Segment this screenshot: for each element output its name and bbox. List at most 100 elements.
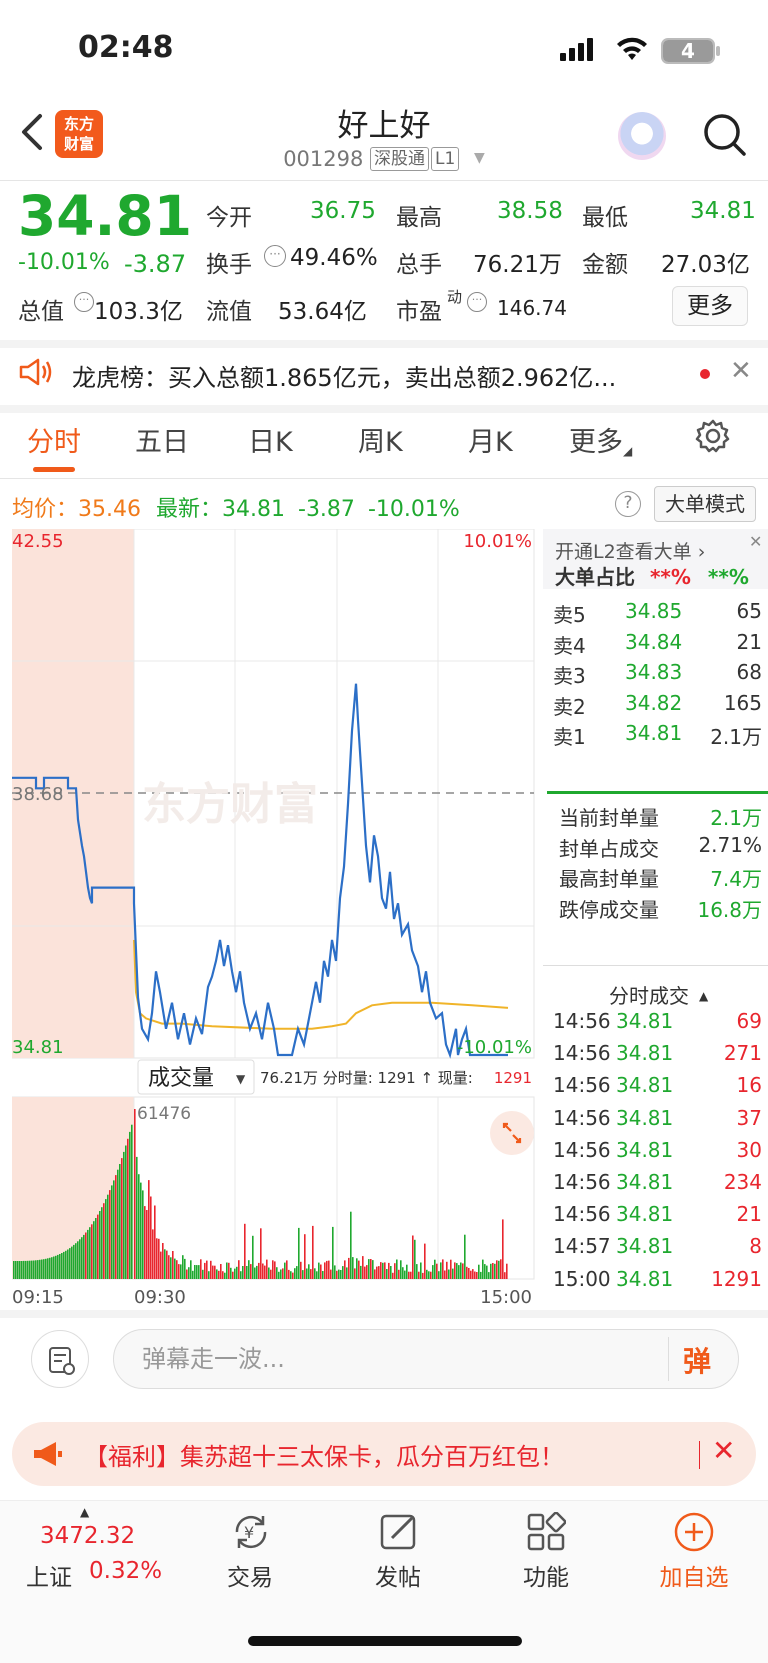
volume-bar [154,1205,156,1279]
big-order-mode-button[interactable]: 大单模式 [654,486,756,522]
volume-bar [310,1269,312,1279]
volume-bar [212,1265,214,1279]
volume-bar [136,1156,138,1279]
seal-row: 当前封单量 2.1万 [543,802,768,830]
volume-bar [308,1264,310,1279]
volume-bar [300,1261,302,1279]
volume-bar [97,1214,99,1279]
tab-five-day[interactable]: 五日 [135,420,189,459]
tick-row: 14:56 34.81 30 [543,1138,768,1166]
ask-volume: 2.1万 [710,725,762,749]
close-icon[interactable]: ✕ [712,1434,735,1467]
volume-bar [440,1262,442,1279]
tick-time: 14:56 [553,1041,611,1066]
tab-daily-k[interactable]: 日K [248,420,293,459]
volume-bar [17,1261,19,1279]
volume-bar [418,1271,420,1279]
volume-bar [366,1265,368,1279]
volume-bar [314,1268,316,1279]
volume-bar [332,1226,334,1279]
note-button[interactable] [31,1330,89,1388]
intraday-chart[interactable]: 东方财富 42.55 38.68 34.81 10.01% -10.01% 成交… [12,529,544,1309]
volume-bar [186,1269,188,1279]
triangle-up-icon: ▲ [699,989,709,1003]
volume-bar [33,1260,35,1279]
ticks-title[interactable]: 分时成交 ▲ [609,980,708,1009]
close-icon[interactable]: ✕ [730,356,752,386]
volume-bar [218,1270,220,1279]
volume-bar [57,1254,59,1279]
volume-bar [41,1259,43,1279]
tick-volume: 69 [736,1009,762,1033]
info-icon[interactable]: ··· [74,292,94,312]
tick-volume: 16 [736,1073,762,1098]
index-value[interactable]: 3472.32 [40,1523,135,1549]
more-button[interactable]: 更多 [672,286,748,326]
tick-price: 34.81 [616,1202,674,1227]
index-name[interactable]: 上证 [26,1558,72,1592]
add-watch-icon[interactable] [673,1511,715,1557]
volume-bar [158,1238,160,1279]
volume-bar [59,1254,61,1279]
tick-row: 14:56 34.81 37 [543,1106,768,1134]
trade-icon[interactable]: ¥ [229,1512,273,1556]
home-indicator[interactable] [248,1636,522,1646]
tick-time: 15:00 [553,1266,611,1291]
dropdown-icon[interactable]: ▼ [474,150,485,166]
last-label: 最新： [156,497,223,522]
function-icon[interactable] [526,1511,567,1556]
volume-bar [358,1260,360,1279]
dragon-tiger-text[interactable]: 龙虎榜：买入总额1.865亿元，卖出总额2.962亿... [72,358,672,393]
volume-bar [31,1260,33,1279]
volume-bar [376,1266,378,1279]
volume-bar [384,1262,386,1279]
high-value: 38.58 [497,198,563,224]
seal-row: 最高封单量 7.4万 [543,863,768,891]
seal-value: 2.1万 [710,806,762,830]
volume-bar [190,1260,192,1279]
tab-more[interactable]: 更多◢ [569,420,632,459]
help-icon[interactable]: ? [615,491,641,517]
volume-bar [496,1260,498,1279]
volume-bar [444,1270,446,1279]
post-icon[interactable] [378,1512,420,1556]
promo-text[interactable]: 【福利】集苏超十三太保卡，瓜分百万红包！ [84,1437,564,1472]
turnover-value: 49.46% [290,245,378,271]
info-icon[interactable]: ··· [264,245,286,267]
volume-bar [458,1265,460,1279]
search-icon[interactable] [702,112,748,162]
volume-bar [400,1260,402,1279]
volume-bar [288,1269,290,1279]
volume-bar [142,1190,144,1279]
volume-bar [224,1272,226,1279]
nav-trade[interactable]: 交易 [200,1558,300,1592]
danmu-input[interactable]: 弹幕走一波... [113,1329,739,1389]
divider [0,340,768,348]
volume-bar [71,1246,73,1279]
settings-icon[interactable] [695,418,731,461]
volume-bar [117,1169,119,1279]
tab-weekly-k[interactable]: 周K [358,420,403,459]
tab-intraday[interactable]: 分时 [27,420,81,459]
nav-add-watchlist[interactable]: 加自选 [644,1558,744,1592]
danmu-button[interactable]: 弹 [683,1340,711,1380]
index-percent[interactable]: 0.32% [89,1558,162,1584]
close-icon[interactable]: ✕ [749,532,762,551]
volume-bar [346,1267,348,1279]
volume-bar [404,1270,406,1279]
volume-bar [498,1260,500,1279]
tick-volume: 271 [723,1041,762,1066]
volume-bar [194,1265,196,1279]
assistant-avatar[interactable] [618,112,666,160]
volume-bar [236,1266,238,1279]
nav-post[interactable]: 发帖 [348,1558,448,1592]
l2-promo[interactable]: 开通L2查看大单 › [555,537,705,564]
nav-function[interactable]: 功能 [496,1558,596,1592]
volume-bar [474,1271,476,1279]
info-icon[interactable]: ··· [467,292,487,312]
divider [0,405,768,413]
tab-monthly-k[interactable]: 月K [468,420,513,459]
expand-button[interactable] [490,1111,534,1155]
last-value: 34.81 [222,497,285,522]
volume-bar [228,1262,230,1279]
